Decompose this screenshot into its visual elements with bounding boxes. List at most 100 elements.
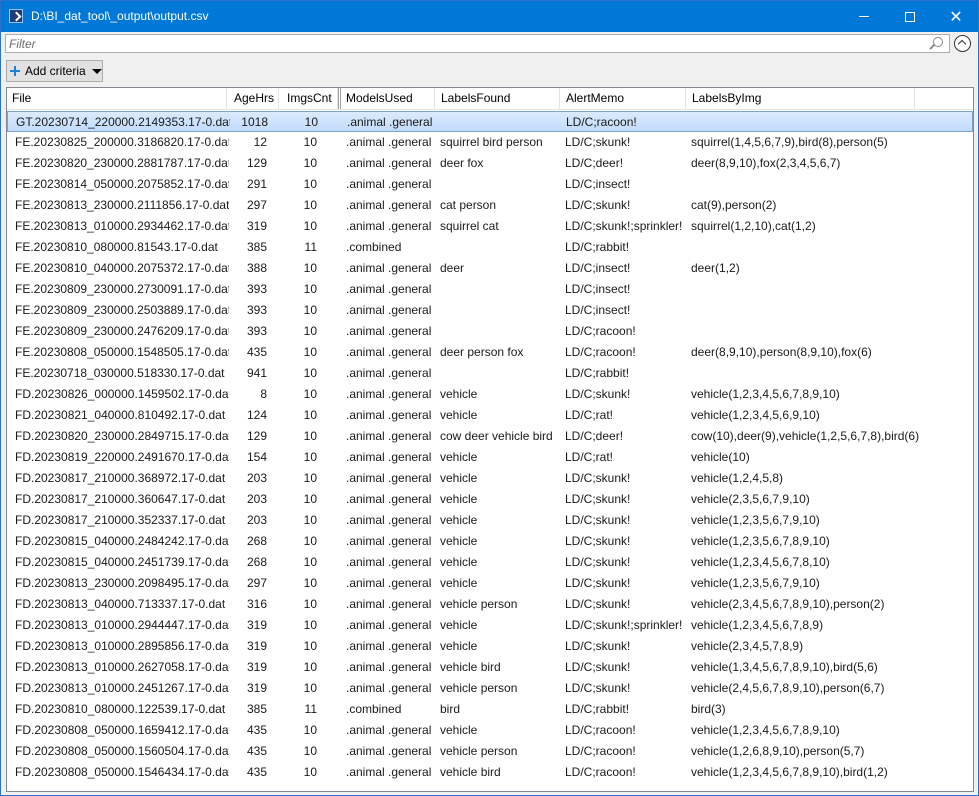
cell-alertmemo: LD/C;insect!: [565, 303, 631, 317]
column-header-labelsfound[interactable]: LabelsFound: [435, 88, 560, 109]
cell-alertmemo: LD/C;insect!: [565, 261, 631, 275]
cell-alertmemo: LD/C;skunk!: [565, 534, 631, 548]
title-bar[interactable]: D:\BI_dat_tool\_output\output.csv ✕: [1, 1, 978, 32]
table-row[interactable]: FE.20230825_200000.3186820.17-0.dat 12 10.…: [7, 132, 973, 153]
cell-file: FD.20230817_210000.352337.17-0.dat: [15, 513, 226, 527]
column-header-agehrs[interactable]: AgeHrs: [227, 88, 279, 109]
table-row[interactable]: FD.20230808_050000.1546434.17-0.dat 435 10…: [7, 762, 973, 783]
cell-file: FD.20230821_040000.810492.17-0.dat: [15, 408, 226, 422]
cell-labelsfound: cat person: [440, 198, 497, 212]
table-row[interactable]: FD.20230810_080000.122539.17-0.dat 385 11.…: [7, 699, 973, 720]
cell-file: FD.20230817_210000.360647.17-0.dat: [15, 492, 226, 506]
column-header-alertmemo[interactable]: AlertMemo: [560, 88, 686, 109]
table-row[interactable]: FD.20230817_210000.352337.17-0.dat 203 10.…: [7, 510, 973, 531]
table-row[interactable]: FD.20230813_230000.2098495.17-0.dat 297 10…: [7, 573, 973, 594]
cell-alertmemo: LD/C;skunk!: [565, 597, 631, 611]
cell-imgscnt: 10: [303, 408, 317, 422]
cell-labelsbyimg: squirrel(1,4,5,6,7,9),bird(8),person(5): [691, 135, 888, 149]
table-row[interactable]: FD.20230813_010000.2944447.17-0.dat 319 10…: [7, 615, 973, 636]
cell-imgscnt: 11: [304, 702, 317, 716]
cell-labelsfound: [440, 279, 565, 300]
table-row[interactable]: FD.20230813_010000.2895856.17-0.dat 319 10…: [7, 636, 973, 657]
cell-file: FD.20230808_050000.1659412.17-0.dat: [15, 723, 229, 737]
table-row[interactable]: FE.20230810_080000.81543.17-0.dat 385 11 .c…: [7, 237, 973, 258]
cell-labelsfound: deer fox: [440, 156, 484, 170]
cell-file: FE.20230814_050000.2075852.17-0.dat: [15, 177, 229, 191]
cell-modelsused: .animal .general: [346, 744, 432, 758]
cell-imgscnt: 10: [303, 261, 317, 275]
column-header-filler: [915, 88, 973, 109]
app-window: D:\BI_dat_tool\_output\output.csv ✕ Add …: [0, 0, 979, 796]
table-row[interactable]: FE.20230809_230000.2476209.17-0.dat 393 10…: [7, 321, 973, 342]
cell-modelsused: .animal .general: [346, 723, 432, 737]
table-row[interactable]: FD.20230817_210000.360647.17-0.dat 203 10.…: [7, 489, 973, 510]
cell-labelsbyimg: squirrel(1,2,10),cat(1,2): [691, 219, 816, 233]
table-row[interactable]: GT.20230714_220000.2149353.17-0.dat 1018 1…: [7, 111, 973, 132]
cell-labelsbyimg: vehicle(2,3,5,6,7,9,10): [691, 492, 810, 506]
cell-alertmemo: LD/C;deer!: [565, 429, 624, 443]
collapse-filter-button[interactable]: [954, 35, 971, 52]
cell-labelsfound: squirrel bird person: [440, 135, 543, 149]
table-row[interactable]: FE.20230814_050000.2075852.17-0.dat 291 10…: [7, 174, 973, 195]
table-row[interactable]: FE.20230809_230000.2503889.17-0.dat 393 10…: [7, 300, 973, 321]
cell-labelsbyimg: vehicle(1,2,6,8,9,10),person(5,7): [691, 744, 865, 758]
table-row[interactable]: FE.20230809_230000.2730091.17-0.dat 393 10…: [7, 279, 973, 300]
column-header-labelsbyimg[interactable]: LabelsByImg: [686, 88, 915, 109]
column-header-imgscnt[interactable]: ImgsCnt: [279, 88, 338, 109]
cell-agehrs: 129: [246, 156, 267, 170]
table-row[interactable]: FD.20230808_050000.1560504.17-0.dat 435 10…: [7, 741, 973, 762]
minimize-button[interactable]: [841, 1, 887, 32]
cell-modelsused: .animal .general: [346, 303, 432, 317]
table-row[interactable]: FD.20230821_040000.810492.17-0.dat 124 10.…: [7, 405, 973, 426]
cell-labelsfound: deer person fox: [440, 345, 524, 359]
cell-agehrs: 268: [246, 555, 267, 569]
close-button[interactable]: ✕: [933, 1, 979, 32]
cell-imgscnt: 10: [303, 177, 317, 191]
results-list[interactable]: File AgeHrs ImgsCnt ModelsUsed LabelsFou…: [6, 87, 974, 792]
cell-imgscnt: 10: [303, 387, 317, 401]
table-row[interactable]: FD.20230813_010000.2451267.17-0.dat 319 10…: [7, 678, 973, 699]
table-row[interactable]: FE.20230813_230000.2111856.17-0.dat 297 10…: [7, 195, 973, 216]
maximize-button[interactable]: [887, 1, 933, 32]
table-row[interactable]: FD.20230817_210000.368972.17-0.dat 203 10.…: [7, 468, 973, 489]
cell-labelsfound: vehicle: [440, 471, 478, 485]
table-row[interactable]: FD.20230808_050000.1659412.17-0.dat 435 10…: [7, 720, 973, 741]
cell-labelsfound: cow deer vehicle bird: [440, 429, 553, 443]
cell-modelsused: .animal .general: [346, 576, 432, 590]
table-row[interactable]: FE.20230813_010000.2934462.17-0.dat 319 10…: [7, 216, 973, 237]
table-row[interactable]: FD.20230820_230000.2849715.17-0.dat 129 10…: [7, 426, 973, 447]
table-row[interactable]: FE.20230810_040000.2075372.17-0.dat 388 10…: [7, 258, 973, 279]
cell-labelsbyimg: bird(3): [691, 702, 726, 716]
cell-agehrs: 319: [246, 219, 267, 233]
cell-modelsused: .animal .general: [346, 198, 432, 212]
plus-icon: [10, 66, 20, 76]
table-row[interactable]: FE.20230820_230000.2881787.17-0.dat 129 10…: [7, 153, 973, 174]
table-row[interactable]: FE.20230718_030000.518330.17-0.dat 941 10.…: [7, 363, 973, 384]
cell-labelsfound: vehicle bird: [440, 765, 501, 779]
column-header-modelsused[interactable]: ModelsUsed: [341, 88, 435, 109]
cell-alertmemo: LD/C;skunk!: [565, 198, 631, 212]
cell-alertmemo: LD/C;racoon!: [565, 744, 636, 758]
cell-file: FE.20230809_230000.2476209.17-0.dat: [15, 324, 229, 338]
cell-imgscnt: 10: [303, 555, 317, 569]
add-criteria-button[interactable]: Add criteria: [6, 60, 103, 82]
search-icon[interactable]: [933, 37, 943, 47]
cell-modelsused: .animal .general: [346, 450, 432, 464]
table-row[interactable]: FD.20230815_040000.2451739.17-0.dat 268 10…: [7, 552, 973, 573]
cell-file: FE.20230820_230000.2881787.17-0.dat: [15, 156, 229, 170]
cell-labelsfound: vehicle: [440, 513, 478, 527]
table-row[interactable]: FD.20230819_220000.2491670.17-0.dat 154 10…: [7, 447, 973, 468]
table-row[interactable]: FD.20230826_000000.1459502.17-0.dat 8 10 .a…: [7, 384, 973, 405]
filter-input[interactable]: [6, 35, 926, 52]
cell-imgscnt: 10: [303, 513, 317, 527]
table-row[interactable]: FE.20230808_050000.1548505.17-0.dat 435 10…: [7, 342, 973, 363]
table-row[interactable]: FD.20230813_010000.2627058.17-0.dat 319 10…: [7, 657, 973, 678]
cell-labelsbyimg: [691, 363, 971, 384]
table-row[interactable]: FD.20230815_040000.2484242.17-0.dat 268 10…: [7, 531, 973, 552]
column-header-file[interactable]: File: [7, 88, 227, 109]
cell-agehrs: 12: [253, 135, 267, 149]
cell-imgscnt: 10: [303, 135, 317, 149]
cell-labelsbyimg: [691, 321, 971, 342]
cell-file: FE.20230809_230000.2730091.17-0.dat: [15, 282, 229, 296]
table-row[interactable]: FD.20230813_040000.713337.17-0.dat 316 10.…: [7, 594, 973, 615]
